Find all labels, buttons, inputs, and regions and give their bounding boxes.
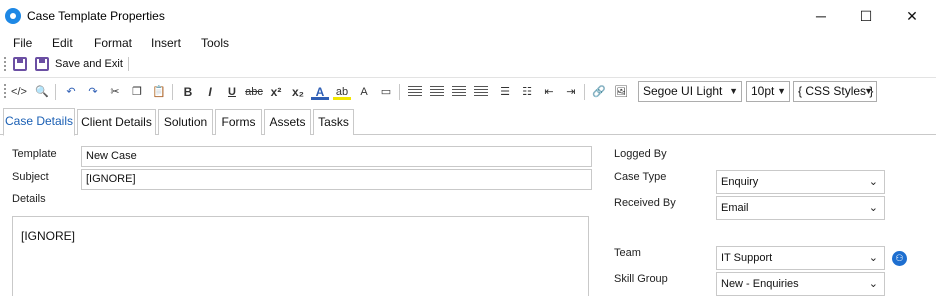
chevron-down-icon: ▼	[777, 86, 786, 96]
indent-icon[interactable]: ⇥	[562, 83, 580, 101]
maximize-button[interactable]: ☐	[843, 0, 889, 32]
tab-solution[interactable]: Solution	[158, 109, 213, 135]
toolbar-grip-icon[interactable]	[4, 57, 6, 71]
numbered-list-icon[interactable]: ☷	[518, 83, 536, 101]
chevron-down-icon: ⌄	[868, 252, 878, 264]
case-type-select[interactable]: Enquiry ⌄	[716, 170, 885, 194]
tab-forms[interactable]: Forms	[215, 109, 262, 135]
chevron-down-icon: ▼	[729, 86, 738, 96]
separator	[172, 84, 173, 100]
menu-bar: File Edit Format Insert Tools	[0, 33, 936, 53]
save-icon[interactable]	[13, 57, 27, 71]
menu-insert[interactable]: Insert	[151, 36, 181, 50]
font-family-value: Segoe UI Light	[643, 84, 723, 98]
menu-file[interactable]: File	[13, 36, 32, 50]
app-logo-icon	[5, 8, 21, 24]
align-left-icon[interactable]	[408, 86, 422, 96]
horizontal-rule-icon[interactable]: ▭	[377, 83, 395, 101]
align-right-icon[interactable]	[452, 86, 466, 96]
menu-tools[interactable]: Tools	[201, 36, 229, 50]
window-title: Case Template Properties	[27, 9, 165, 23]
menu-format[interactable]: Format	[94, 36, 132, 50]
quick-access-bar: Save and Exit	[0, 53, 936, 75]
logged-by-label: Logged By	[614, 148, 667, 160]
received-by-value: Email	[721, 202, 749, 214]
separator	[128, 57, 129, 71]
undo-icon[interactable]: ↶	[62, 83, 80, 101]
tab-tasks[interactable]: Tasks	[313, 109, 354, 135]
css-styles-select[interactable]: { CSS Styles } ▼	[793, 81, 877, 102]
insert-link-icon[interactable]: 🔗	[590, 83, 608, 101]
bullet-list-icon[interactable]: ☰	[496, 83, 514, 101]
chevron-down-icon: ⌄	[868, 278, 878, 290]
team-select[interactable]: IT Support ⌄	[716, 246, 885, 270]
underline-icon[interactable]: U	[223, 83, 241, 101]
close-button[interactable]: ✕	[889, 0, 935, 32]
tab-strip: Case Details Client Details Solution For…	[0, 108, 936, 136]
insert-image-icon[interactable]: 🖼	[612, 83, 630, 101]
save-and-exit-button[interactable]: Save and Exit	[55, 58, 123, 70]
received-by-label: Received By	[614, 197, 676, 209]
redo-icon[interactable]: ↷	[84, 83, 102, 101]
toolbar-grip-icon[interactable]	[4, 84, 6, 98]
org-chart-icon[interactable]: ⚇	[892, 251, 907, 266]
subject-field[interactable]: [IGNORE]	[81, 169, 592, 190]
strikethrough-icon[interactable]: abc	[245, 83, 263, 101]
template-label: Template	[12, 148, 57, 160]
outdent-icon[interactable]: ⇤	[540, 83, 558, 101]
case-type-label: Case Type	[614, 171, 667, 183]
copy-icon[interactable]: ❐	[128, 83, 146, 101]
separator	[55, 84, 56, 100]
menu-edit[interactable]: Edit	[52, 36, 73, 50]
cut-icon[interactable]: ✂	[106, 83, 124, 101]
bold-icon[interactable]: B	[179, 83, 197, 101]
subject-label: Subject	[12, 171, 49, 183]
separator	[399, 84, 400, 100]
align-center-icon[interactable]	[430, 86, 444, 96]
justify-icon[interactable]	[474, 86, 488, 96]
details-editor[interactable]: [IGNORE]	[12, 216, 589, 296]
save-and-exit-icon[interactable]	[35, 57, 49, 71]
separator	[584, 84, 585, 100]
paste-icon[interactable]: 📋	[150, 83, 168, 101]
skill-group-value: New - Enquiries	[721, 278, 799, 290]
font-size-select[interactable]: 10pt ▼	[746, 81, 790, 102]
title-bar: Case Template Properties ─ ☐ ✕	[0, 0, 936, 32]
chevron-down-icon: ⌄	[868, 202, 878, 214]
details-label: Details	[12, 193, 46, 205]
case-type-value: Enquiry	[721, 176, 759, 188]
skill-group-label: Skill Group	[614, 273, 668, 285]
tab-assets[interactable]: Assets	[264, 109, 311, 135]
italic-icon[interactable]: I	[201, 83, 219, 101]
font-color-icon[interactable]: A	[311, 83, 329, 100]
font-family-select[interactable]: Segoe UI Light ▼	[638, 81, 742, 102]
css-styles-value: { CSS Styles }	[798, 84, 874, 98]
font-size-icon[interactable]: A	[355, 83, 373, 101]
font-size-value: 10pt	[751, 84, 775, 98]
superscript-icon[interactable]: x²	[267, 83, 285, 101]
formatting-toolbar: </> 🔍 ↶ ↷ ✂ ❐ 📋 B I U abc x² x₂ A ab A ▭…	[0, 77, 936, 104]
received-by-select[interactable]: Email ⌄	[716, 196, 885, 220]
tab-case-details[interactable]: Case Details	[3, 108, 75, 136]
highlight-icon[interactable]: ab	[333, 83, 351, 100]
chevron-down-icon: ▼	[864, 86, 873, 96]
preview-icon[interactable]: 🔍	[33, 83, 51, 101]
team-value: IT Support	[721, 252, 773, 264]
skill-group-select[interactable]: New - Enquiries ⌄	[716, 272, 885, 296]
template-field[interactable]: New Case	[81, 146, 592, 167]
team-label: Team	[614, 247, 641, 259]
subscript-icon[interactable]: x₂	[289, 83, 307, 101]
minimize-button[interactable]: ─	[798, 0, 844, 32]
tab-client-details[interactable]: Client Details	[77, 109, 156, 135]
chevron-down-icon: ⌄	[868, 176, 878, 188]
html-source-icon[interactable]: </>	[10, 83, 28, 101]
